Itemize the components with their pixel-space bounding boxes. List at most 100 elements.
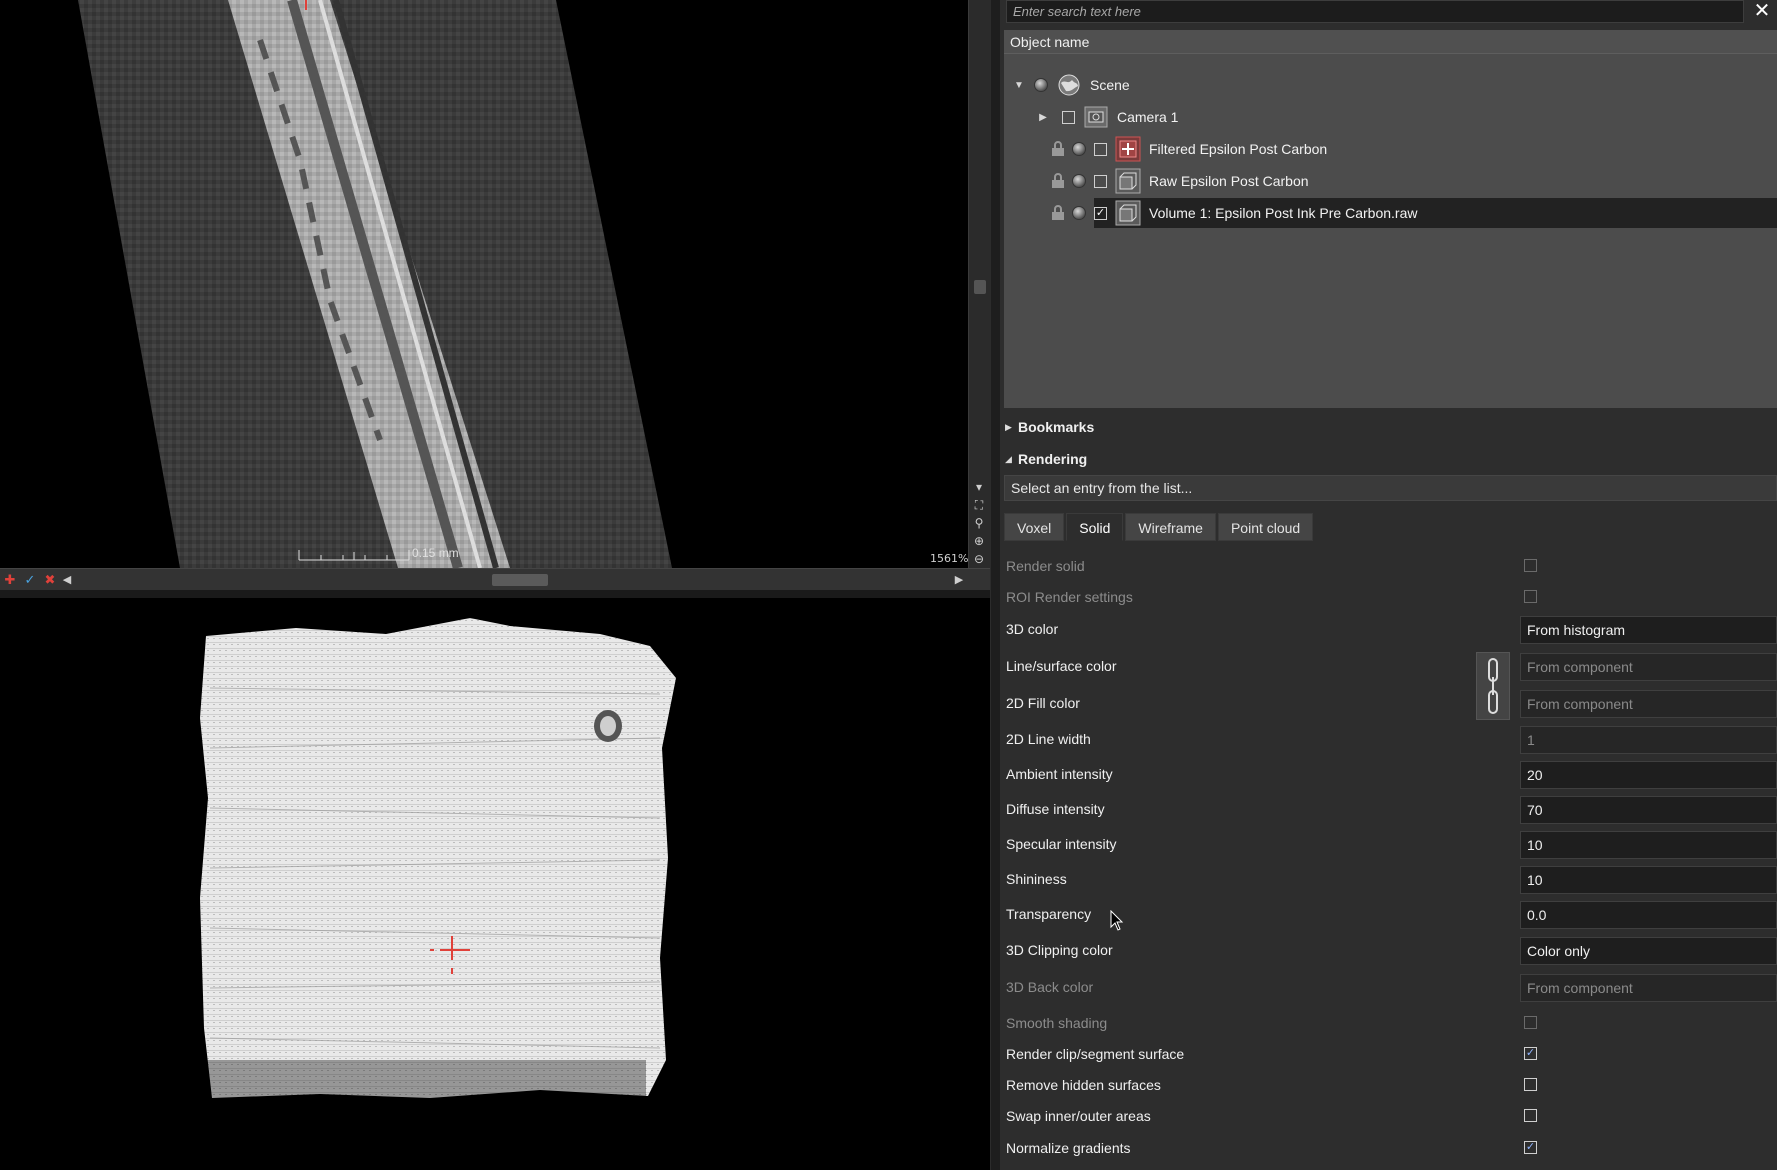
3d-clipping-color-select[interactable]: Color only [1520, 937, 1777, 965]
panel-splitter[interactable] [990, 0, 1000, 1170]
search-input[interactable] [1006, 0, 1744, 23]
scale-bar [298, 550, 410, 561]
prop-label: Normalize gradients [1006, 1140, 1131, 1156]
2d-fill-color-select[interactable]: From component [1520, 690, 1777, 718]
smooth-shading-checkbox[interactable] [1524, 1016, 1537, 1029]
expand-arrow-icon: ▶ [1005, 422, 1012, 432]
scrollbar-thumb[interactable] [974, 280, 986, 294]
prop-line-surface-color: Line/surface color From component [1006, 651, 1777, 681]
search-row: ✕ [1000, 0, 1777, 24]
mouse-cursor-icon [1110, 910, 1124, 931]
prop-label: Render clip/segment surface [1006, 1046, 1185, 1062]
link-colors-button[interactable] [1476, 652, 1510, 720]
prop-shininess: Shininess 10 [1006, 864, 1777, 894]
visibility-checkbox[interactable] [1094, 174, 1107, 188]
expand-arrow-icon[interactable]: ▶ [1036, 112, 1050, 123]
curve-tool-icon[interactable]: ✓ [22, 572, 38, 588]
crosshair-off-icon[interactable]: ✖ [42, 572, 58, 588]
render-solid-checkbox[interactable] [1524, 559, 1537, 572]
section-title: Rendering [1018, 451, 1088, 467]
crosshair-tool-icon[interactable]: ✚ [2, 572, 18, 588]
prop-label: Line/surface color [1006, 658, 1117, 674]
normalize-gradients-checkbox[interactable]: ✓ [1524, 1141, 1537, 1154]
prop-2d-fill-color: 2D Fill color From component [1006, 688, 1777, 718]
filtered-volume-icon [1115, 136, 1141, 162]
right-panel: ✕ Object name ▼ Scene ▶ Camera 1 [1000, 0, 1777, 1170]
view-tools: ▾ ⛶ ⚲ ⊕ ⊖ [968, 478, 990, 568]
scroll-right-arrow-icon[interactable]: ▶ [952, 572, 966, 588]
zoom-out-icon[interactable]: ⊖ [968, 550, 990, 568]
view-divider[interactable] [0, 590, 990, 598]
visibility-dot-icon[interactable] [1072, 206, 1086, 220]
fit-view-icon[interactable]: ⛶ [968, 496, 990, 514]
transparency-input[interactable]: 0.0 [1520, 901, 1777, 929]
2d-line-width-input[interactable]: 1 [1520, 726, 1777, 754]
remove-hidden-surfaces-checkbox[interactable] [1524, 1078, 1537, 1091]
tree-item-filtered[interactable]: Filtered Epsilon Post Carbon [1004, 134, 1777, 164]
visibility-checkbox[interactable]: ✓ [1094, 206, 1107, 220]
tab-point-cloud[interactable]: Point cloud [1217, 513, 1314, 541]
visibility-dot-icon[interactable] [1072, 142, 1086, 156]
prop-label: 2D Line width [1006, 731, 1091, 747]
prop-render-clip-segment-surface: Render clip/segment surface ✓ [1006, 1039, 1777, 1069]
scroll-down-arrow-icon[interactable]: ▾ [968, 478, 990, 496]
tree-item-raw[interactable]: Raw Epsilon Post Carbon [1004, 166, 1777, 196]
prop-specular-intensity: Specular intensity 10 [1006, 829, 1777, 859]
tree-column-header[interactable]: Object name [1004, 30, 1777, 54]
section-title: Bookmarks [1018, 419, 1095, 435]
collapse-arrow-icon: ◢ [1005, 454, 1012, 464]
tree-item-camera[interactable]: ▶ Camera 1 [1004, 102, 1777, 132]
prop-render-solid: Render solid [1006, 551, 1777, 581]
scrollbar-thumb[interactable] [492, 574, 548, 586]
line-surface-color-select[interactable]: From component [1520, 653, 1777, 681]
prop-label: 3D Clipping color [1006, 942, 1113, 958]
horizontal-scrollbar[interactable]: ◀ ▶ [60, 572, 966, 588]
prop-ambient-intensity: Ambient intensity 20 [1006, 759, 1777, 789]
3d-back-color-select[interactable]: From component [1520, 974, 1777, 1002]
specular-intensity-input[interactable]: 10 [1520, 831, 1777, 859]
3d-render-image [200, 618, 676, 1098]
globe-icon [1056, 72, 1082, 98]
ct-slice-image [78, 0, 672, 568]
zoom-icon[interactable]: ⚲ [968, 514, 990, 532]
tree-item-scene[interactable]: ▼ Scene [1004, 70, 1777, 100]
close-icon[interactable]: ✕ [1750, 0, 1774, 24]
tree-item-volume-1[interactable]: ✓ Volume 1: Epsilon Post Ink Pre Carbon.… [1004, 198, 1777, 228]
prop-label: Specular intensity [1006, 836, 1117, 852]
collapse-arrow-icon[interactable]: ▼ [1012, 80, 1026, 91]
prop-label: Smooth shading [1006, 1015, 1108, 1031]
ambient-intensity-input[interactable]: 20 [1520, 761, 1777, 789]
prop-label: Shininess [1006, 871, 1067, 887]
lock-icon[interactable] [1050, 173, 1066, 189]
tree-item-label: Scene [1090, 77, 1130, 93]
visibility-checkbox[interactable] [1094, 142, 1107, 156]
visibility-dot-icon[interactable] [1072, 174, 1086, 188]
3d-color-select[interactable]: From histogram [1520, 616, 1777, 644]
prop-3d-back-color: 3D Back color From component [1006, 972, 1777, 1002]
slice-viewport[interactable]: 0.15 mm 1561% [0, 0, 968, 568]
zoom-in-icon[interactable]: ⊕ [968, 532, 990, 550]
3d-viewport[interactable] [0, 598, 990, 1170]
visibility-checkbox[interactable] [1062, 110, 1075, 124]
roi-render-checkbox[interactable] [1524, 590, 1537, 603]
prop-label: ROI Render settings [1006, 589, 1133, 605]
prop-label: 3D Back color [1006, 979, 1094, 995]
scroll-left-arrow-icon[interactable]: ◀ [60, 572, 74, 588]
tab-voxel[interactable]: Voxel [1004, 513, 1065, 541]
rendering-section-header[interactable]: ◢ Rendering [1000, 445, 1777, 473]
tab-wireframe[interactable]: Wireframe [1125, 513, 1216, 541]
prop-swap-inner-outer-areas: Swap inner/outer areas [1006, 1101, 1777, 1131]
prop-label: Remove hidden surfaces [1006, 1077, 1161, 1093]
bookmarks-section-header[interactable]: ▶ Bookmarks [1000, 413, 1777, 441]
camera-icon [1083, 104, 1109, 130]
tab-solid[interactable]: Solid [1066, 513, 1124, 541]
render-clip-segment-checkbox[interactable]: ✓ [1524, 1047, 1537, 1060]
lock-icon[interactable] [1050, 205, 1066, 221]
visibility-dot-icon[interactable] [1034, 78, 1048, 92]
lock-icon[interactable] [1050, 141, 1066, 157]
swap-inner-outer-checkbox[interactable] [1524, 1109, 1537, 1122]
prop-label: Transparency [1006, 906, 1092, 922]
shininess-input[interactable]: 10 [1520, 866, 1777, 894]
rendering-preset-dropdown[interactable]: Select an entry from the list... [1004, 475, 1777, 501]
diffuse-intensity-input[interactable]: 70 [1520, 796, 1777, 824]
